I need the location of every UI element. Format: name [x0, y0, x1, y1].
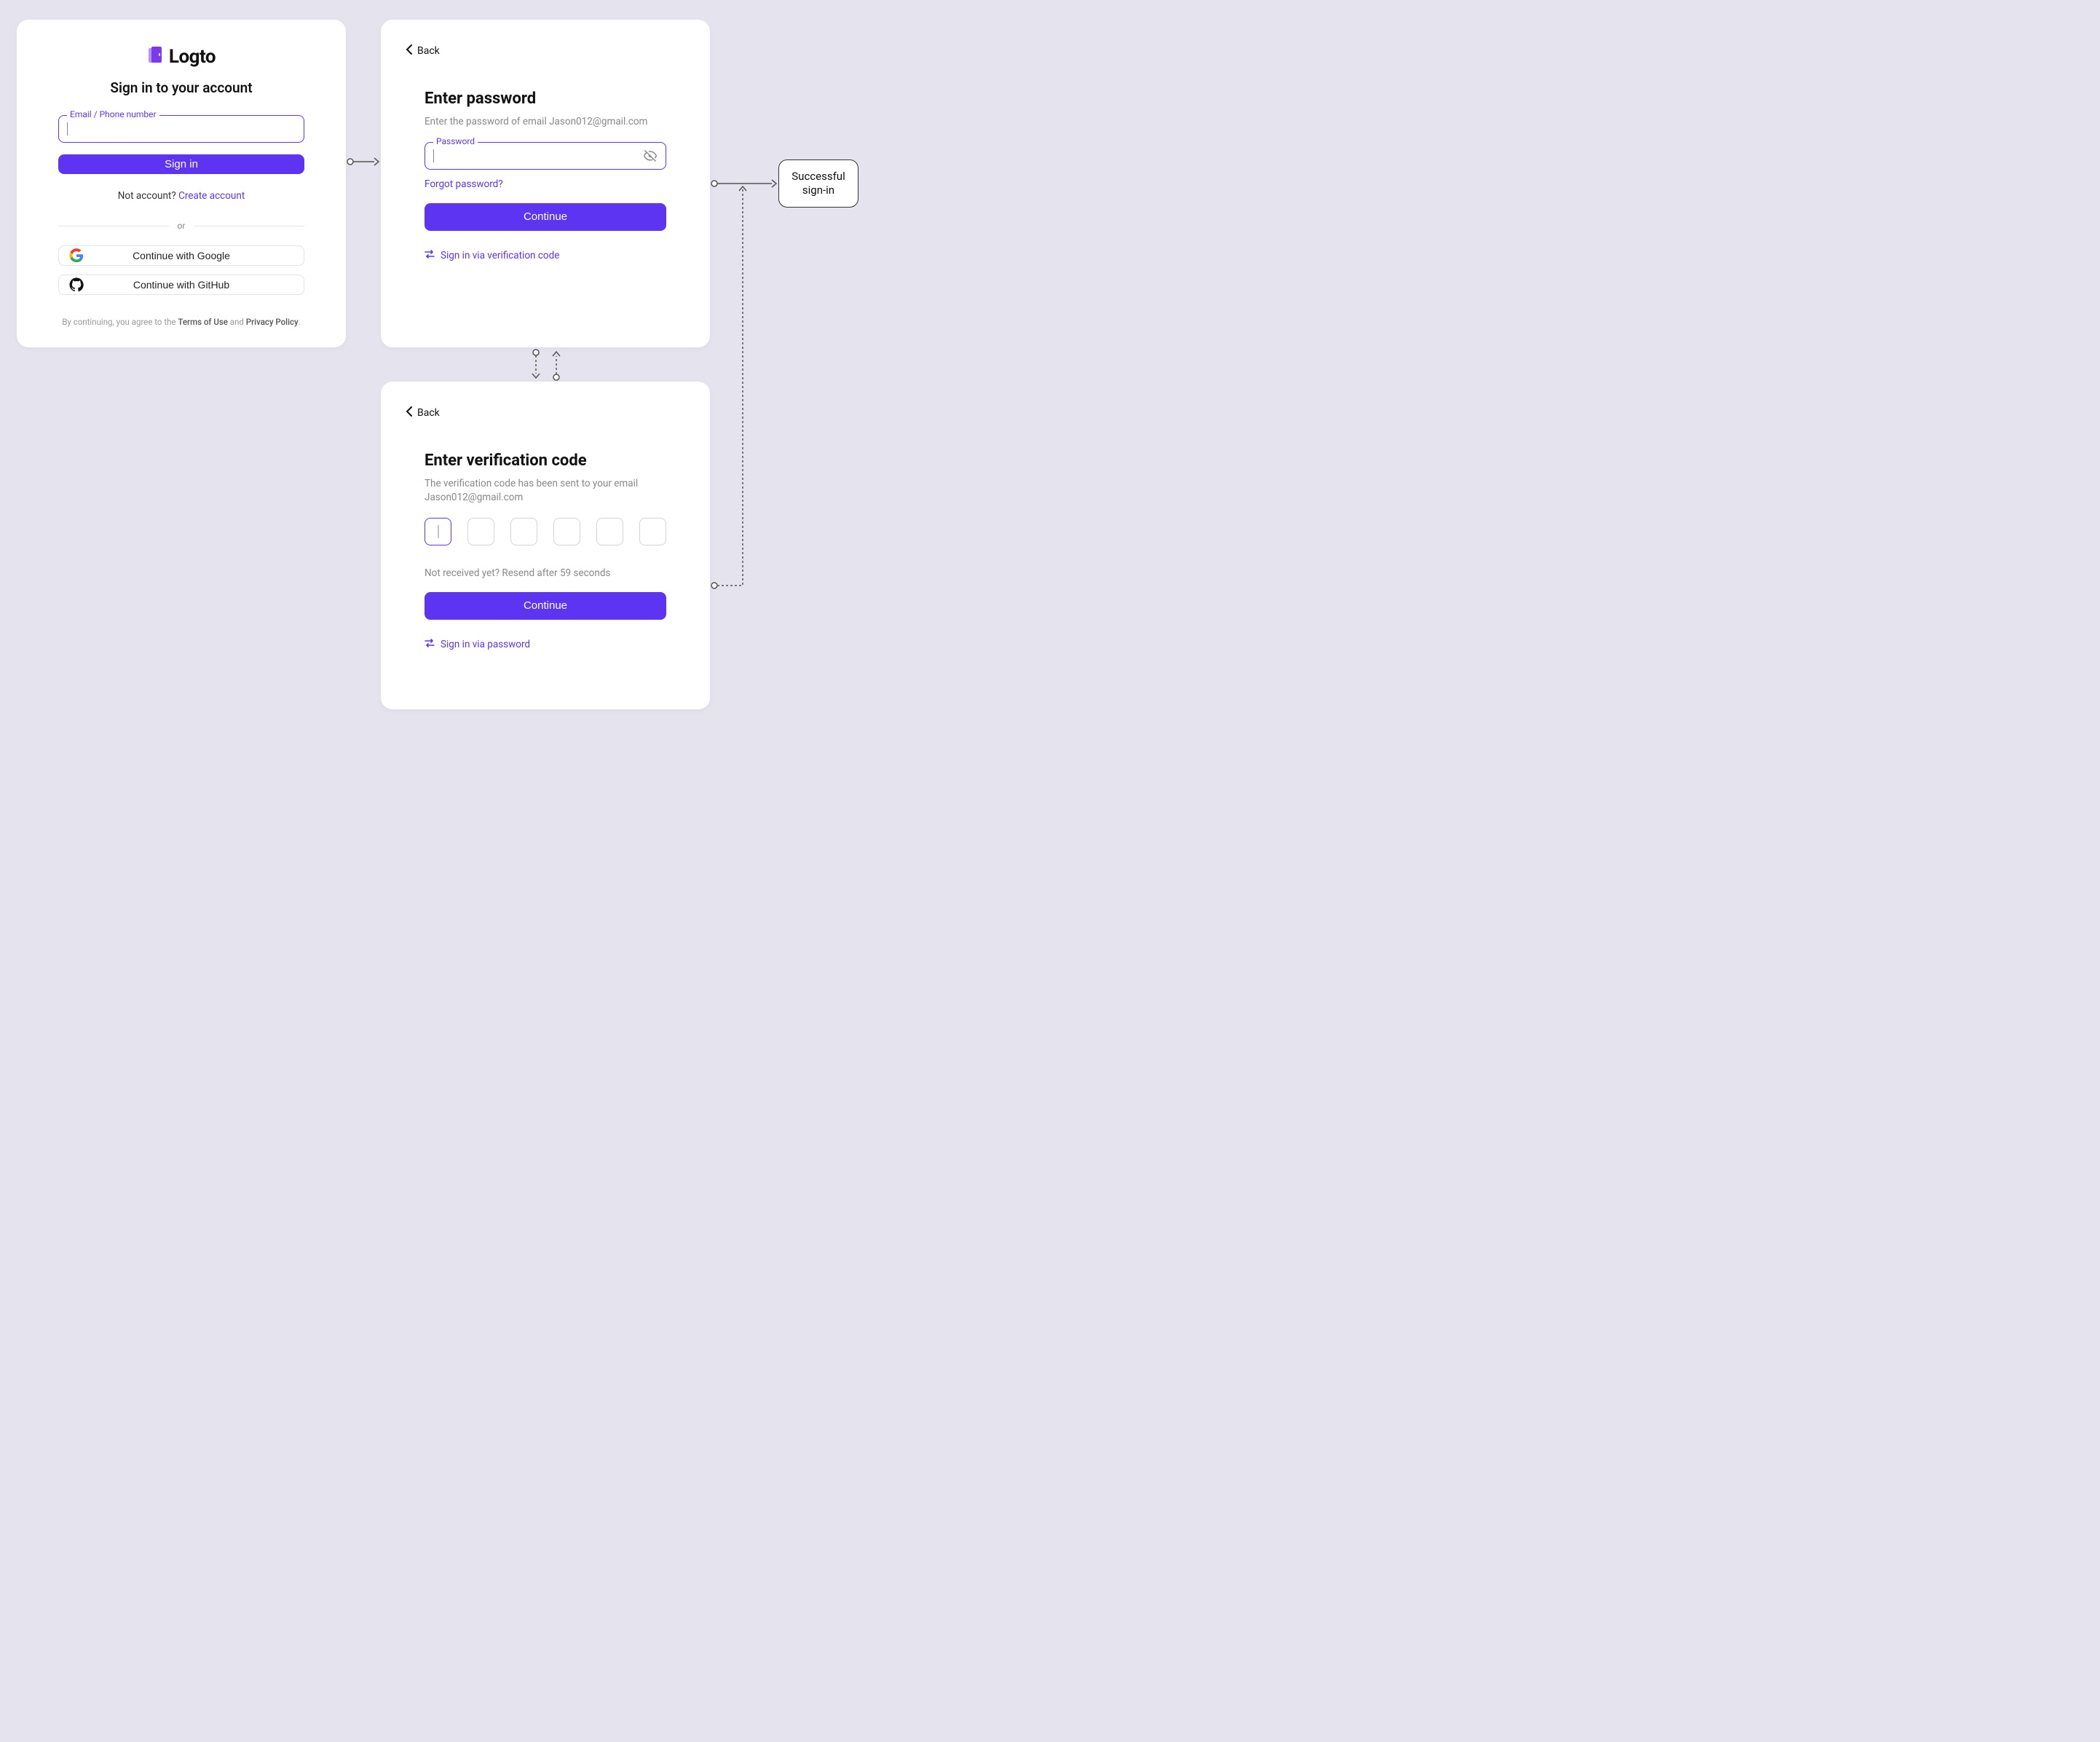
verify-email: Jason012@gmail.com — [425, 492, 523, 503]
create-account-link[interactable]: Create account — [178, 190, 245, 202]
verify-continue-button[interactable]: Continue — [425, 592, 666, 620]
code-input-row — [425, 518, 666, 545]
alt-label: Sign in via verification code — [441, 250, 559, 261]
password-continue-button[interactable]: Continue — [425, 203, 666, 231]
password-label: Password — [433, 136, 478, 146]
code-digit-1[interactable] — [425, 518, 451, 545]
signin-title: Sign in to your account — [110, 79, 252, 96]
signin-via-code-link[interactable]: Sign in via verification code — [425, 250, 666, 261]
google-icon — [69, 248, 84, 263]
resend-line: Not received yet? Resend after 59 second… — [425, 567, 666, 579]
forgot-password-link[interactable]: Forgot password? — [425, 178, 666, 190]
password-card: Back Enter password Enter the password o… — [381, 20, 710, 347]
signin-via-password-link[interactable]: Sign in via password — [425, 639, 666, 650]
code-digit-5[interactable] — [596, 518, 623, 545]
code-digit-2[interactable] — [467, 518, 494, 545]
github-icon — [69, 277, 84, 292]
verify-helper: The verification code has been sent to y… — [425, 477, 666, 505]
no-account-text: Not account? — [118, 190, 178, 202]
text-caret-icon — [67, 122, 68, 135]
switch-icon — [425, 639, 435, 650]
switch-icon — [425, 250, 435, 261]
google-button-label: Continue with Google — [133, 250, 230, 261]
password-title: Enter password — [425, 90, 666, 108]
identifier-field-wrap: Email / Phone number — [58, 115, 304, 143]
github-signin-button[interactable]: Continue with GitHub — [58, 275, 304, 295]
signin-button[interactable]: Sign in — [58, 154, 304, 174]
alt-label: Sign in via password — [441, 639, 530, 650]
signin-card: Logto Sign in to your account Email / Ph… — [17, 20, 346, 347]
github-button-label: Continue with GitHub — [133, 279, 229, 291]
arrow-verify-to-success — [711, 184, 749, 591]
identifier-label: Email / Phone number — [67, 109, 159, 119]
code-digit-3[interactable] — [510, 518, 537, 545]
arrow-password-verify-bidir — [529, 349, 564, 381]
logo-text: Logto — [169, 46, 216, 68]
arrow-signin-to-password — [347, 157, 380, 166]
privacy-policy-link[interactable]: Privacy Policy — [246, 317, 299, 327]
password-email: Jason012@gmail.com — [549, 116, 647, 127]
code-digit-6[interactable] — [639, 518, 666, 545]
text-caret-icon — [433, 149, 434, 162]
chevron-left-icon — [406, 406, 413, 419]
back-button[interactable]: Back — [406, 406, 666, 419]
verification-card: Back Enter verification code The verific… — [381, 382, 710, 709]
chevron-left-icon — [406, 44, 413, 58]
terms-line: By continuing, you agree to the Terms of… — [62, 317, 300, 327]
back-label: Back — [417, 407, 440, 419]
success-node: Successful sign-in — [778, 159, 858, 208]
eye-off-icon[interactable] — [643, 149, 658, 163]
logto-logo-icon — [147, 47, 163, 67]
logo-row: Logto — [147, 46, 216, 68]
create-account-line: Not account? Create account — [118, 190, 245, 202]
or-divider: or — [58, 221, 304, 231]
code-digit-4[interactable] — [553, 518, 580, 545]
password-field-wrap: Password — [425, 142, 666, 170]
password-helper: Enter the password of email Jason012@gma… — [425, 115, 666, 129]
terms-of-use-link[interactable]: Terms of Use — [178, 317, 228, 327]
back-button[interactable]: Back — [406, 44, 666, 58]
verify-title: Enter verification code — [425, 452, 666, 470]
divider-label: or — [178, 221, 186, 231]
google-signin-button[interactable]: Continue with Google — [58, 245, 304, 266]
success-label: Successful sign-in — [779, 170, 858, 198]
back-label: Back — [417, 45, 440, 57]
